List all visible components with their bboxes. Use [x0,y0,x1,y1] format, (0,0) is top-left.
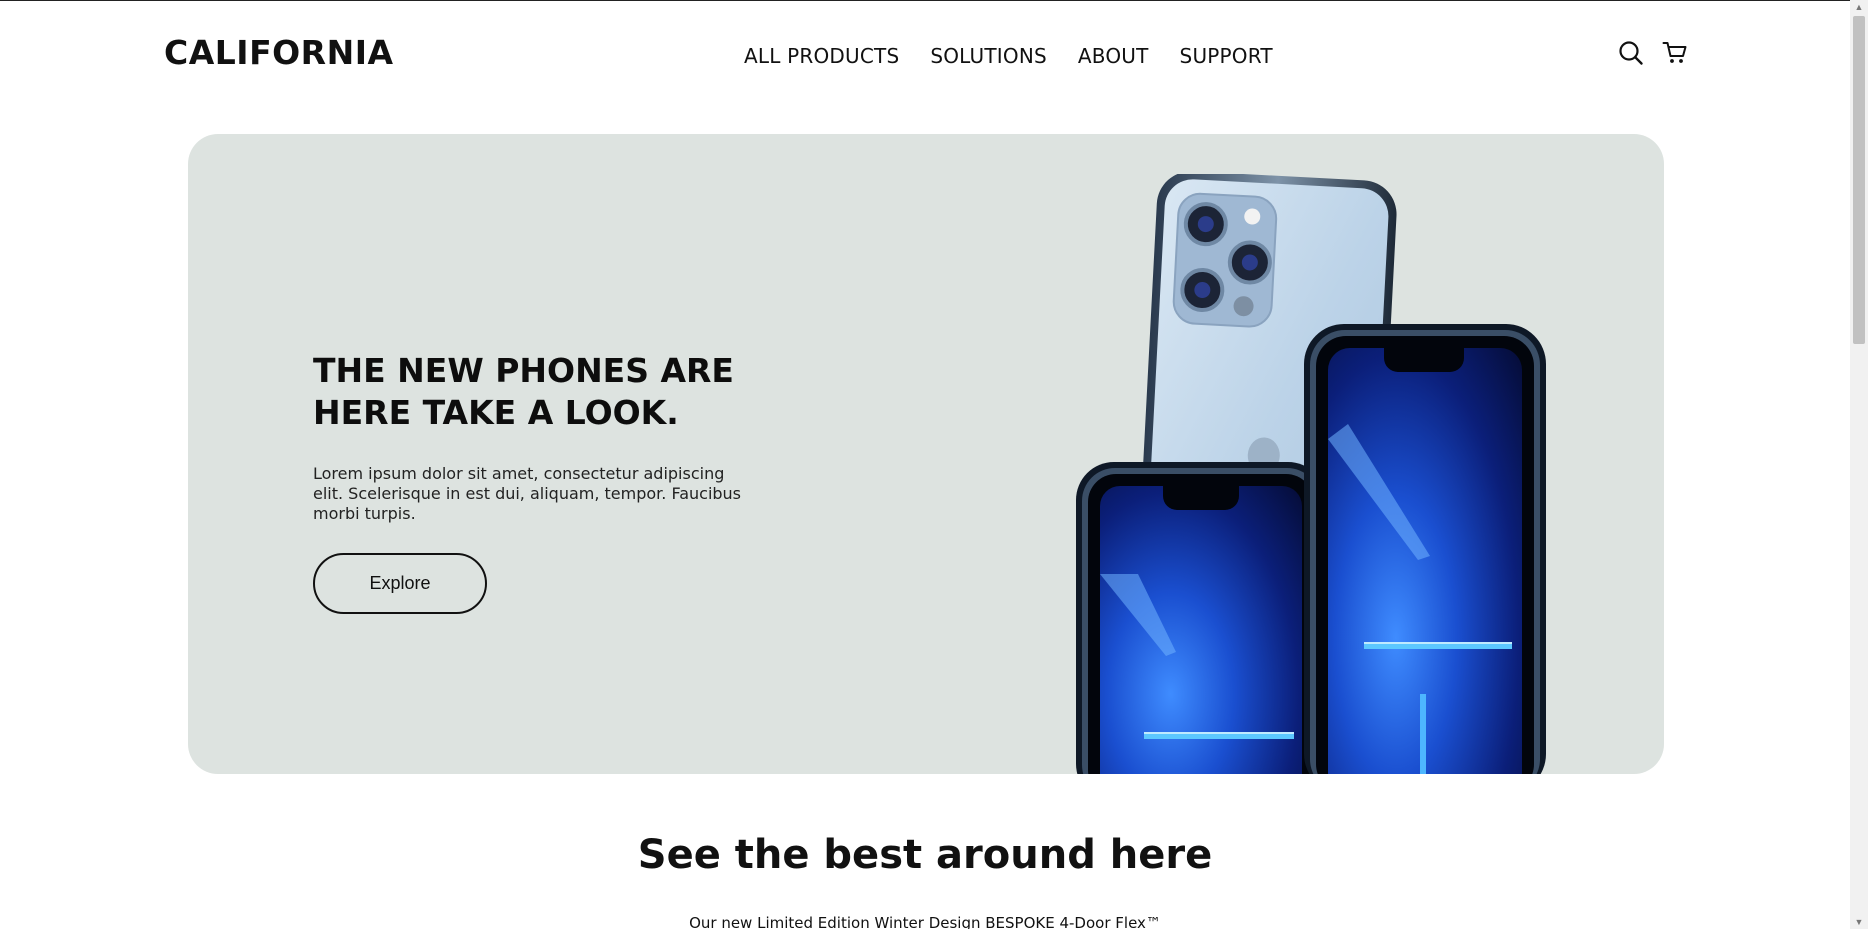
nav-about[interactable]: ABOUT [1078,44,1149,68]
scroll-up-arrow-icon[interactable]: ▲ [1850,0,1868,14]
hero-banner: THE NEW PHONES ARE HERE TAKE A LOOK. Lor… [188,134,1664,774]
logo[interactable]: CALIFORNIA [164,33,394,72]
nav-all-products[interactable]: ALL PRODUCTS [744,44,899,68]
hero-description: Lorem ipsum dolor sit amet, consectetur … [313,464,742,523]
section-title: See the best around here [637,832,1213,878]
scrollbar[interactable]: ▲ ▼ [1850,0,1868,929]
page: CALIFORNIA ALL PRODUCTS SOLUTIONS ABOUT … [0,0,1868,929]
nav-support[interactable]: SUPPORT [1180,44,1273,68]
cart-icon[interactable] [1662,40,1688,66]
scroll-down-arrow-icon[interactable]: ▼ [1850,915,1868,929]
main-nav: ALL PRODUCTS SOLUTIONS ABOUT SUPPORT [744,44,1273,68]
phones-image [1076,174,1546,774]
nav-solutions[interactable]: SOLUTIONS [930,44,1047,68]
top-border [0,0,1850,1]
hero-title: THE NEW PHONES ARE HERE TAKE A LOOK. [313,351,734,432]
explore-button[interactable]: Explore [313,553,487,614]
section-subtitle: Our new Limited Edition Winter Design BE… [689,914,1161,929]
search-icon[interactable] [1618,40,1644,66]
scroll-thumb[interactable] [1853,16,1865,344]
